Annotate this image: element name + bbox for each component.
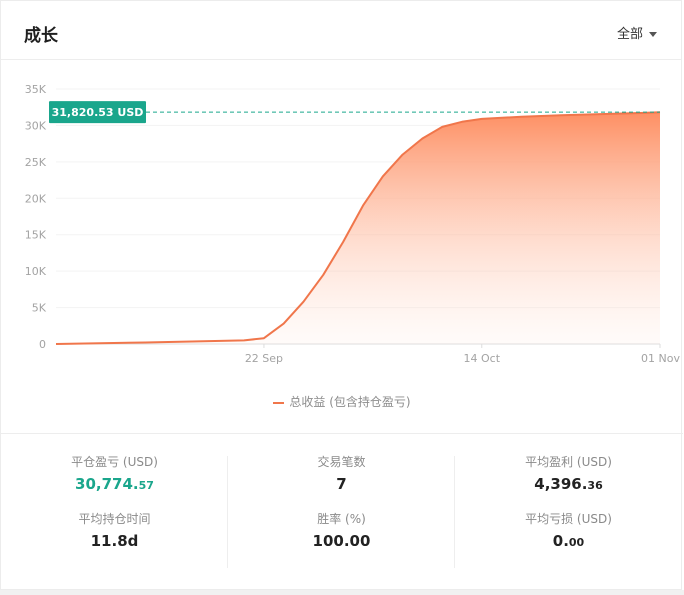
growth-chart-svg: 35K 30K 25K 20K 15K 10K 5K 0 22 Sep 14 Oct 01 Nov… — [25, 83, 681, 365]
stat-label: 平均持仓时间 — [78, 512, 151, 526]
stat-value-int: 30,774. — [75, 475, 139, 493]
stat-value: 7 — [228, 473, 455, 495]
range-filter-label: 全部 — [616, 27, 643, 42]
stat-value: 0.00 — [455, 530, 682, 554]
series-area — [56, 112, 660, 344]
stat-value-dec: 00 — [568, 536, 585, 549]
stat-value-int: 7 — [336, 475, 347, 493]
legend-line-swatch — [273, 401, 285, 404]
x-tick-label: 01 Nov — [641, 352, 680, 365]
stats-column-2: 交易笔数 7 胜率 (%) 100.00 — [228, 454, 455, 568]
card-title: 成长 — [24, 26, 58, 46]
stat-avg-loss: 平均亏损 (USD) 0.00 — [455, 511, 682, 568]
stat-label: 胜率 (%) — [317, 512, 366, 526]
stat-win-rate: 胜率 (%) 100.00 — [228, 511, 455, 568]
y-tick-label: 35K — [25, 83, 47, 96]
stat-avg-hold-time: 平均持仓时间 11.8d — [1, 511, 228, 568]
y-tick-label: 30K — [25, 119, 47, 132]
current-value-label: 31,820.53 USD — [52, 106, 144, 119]
stat-label: 交易笔数 — [317, 455, 366, 469]
stats-column-3: 平均盈利 (USD) 4,396.36 平均亏损 (USD) 0.00 — [455, 454, 682, 568]
y-tick-label: 25K — [25, 156, 47, 169]
stat-value: 4,396.36 — [455, 473, 682, 497]
caret-down-icon — [649, 32, 657, 37]
y-tick-label: 5K — [32, 302, 47, 315]
card-header: 成长 全部 — [1, 1, 681, 60]
y-tick-label: 15K — [25, 229, 47, 242]
stat-label: 平均盈利 (USD) — [525, 455, 612, 469]
stat-value: 30,774.57 — [1, 473, 228, 497]
stat-value-int: 4,396. — [534, 475, 588, 493]
x-tick-label: 22 Sep — [245, 352, 283, 365]
y-tick-label: 0 — [39, 338, 46, 351]
y-tick-label: 10K — [25, 265, 47, 278]
stat-value: 100.00 — [228, 530, 455, 552]
growth-card: 成长 全部 35K 30K 25K 20K 15K 10K 5K 0 22 Sep 14 Oct… — [0, 0, 683, 591]
stat-value-int: 100.00 — [312, 532, 371, 550]
y-tick-label: 20K — [25, 192, 47, 205]
x-tick-label: 14 Oct — [464, 352, 501, 365]
growth-chart: 35K 30K 25K 20K 15K 10K 5K 0 22 Sep 14 Oct 01 Nov… — [1, 61, 683, 433]
stat-value-int: 11.8d — [90, 532, 139, 550]
chart-legend[interactable]: 总收益 (包含持仓盈亏) — [1, 393, 683, 410]
stat-value-dec: 36 — [587, 479, 603, 492]
legend-series-name: 总收益 (包含持仓盈亏) — [289, 395, 411, 409]
stat-closed-pnl: 平仓盈亏 (USD) 30,774.57 — [1, 454, 228, 511]
stat-value-int: 0. — [552, 532, 569, 550]
stat-avg-profit: 平均盈利 (USD) 4,396.36 — [455, 454, 682, 511]
stat-value-dec: 57 — [138, 479, 154, 492]
stat-label: 平仓盈亏 (USD) — [71, 455, 158, 469]
range-filter-dropdown[interactable]: 全部 — [617, 23, 657, 42]
stats-column-1: 平仓盈亏 (USD) 30,774.57 平均持仓时间 11.8d — [1, 454, 228, 568]
stat-value: 11.8d — [1, 530, 228, 552]
stat-trade-count: 交易笔数 7 — [228, 454, 455, 511]
stats-panel: 平仓盈亏 (USD) 30,774.57 平均持仓时间 11.8d 交易笔数 7… — [1, 433, 683, 591]
page-bottom-strip — [0, 590, 684, 595]
stat-label: 平均亏损 (USD) — [525, 512, 612, 526]
